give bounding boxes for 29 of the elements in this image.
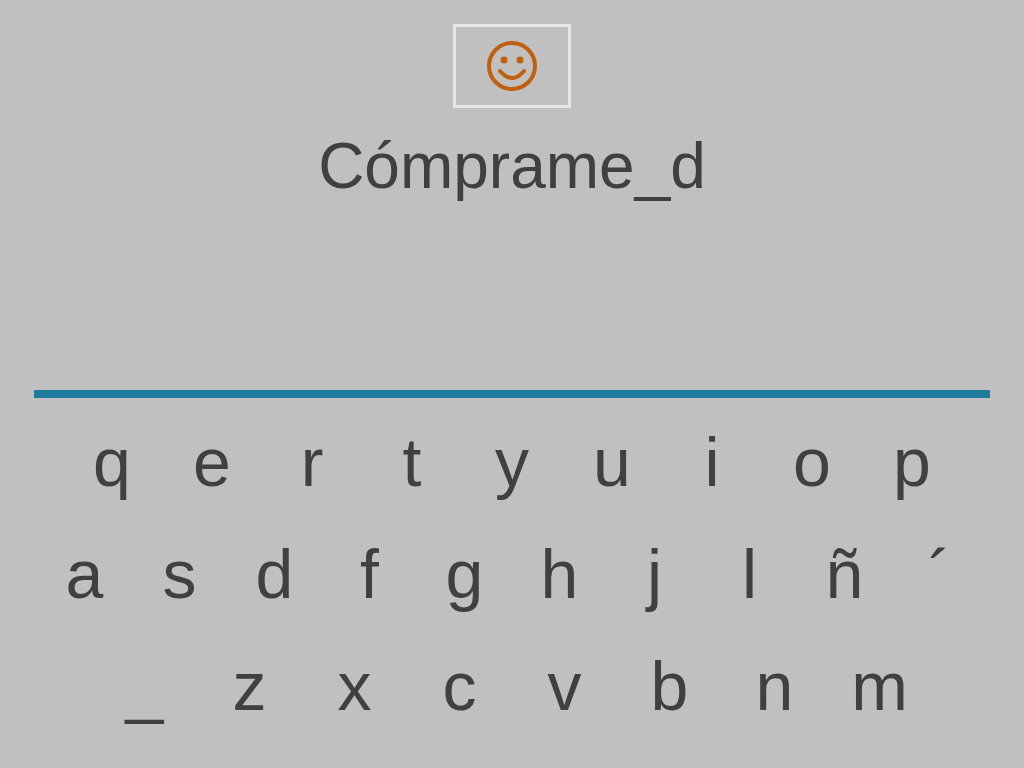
- letter-key[interactable]: u: [562, 418, 662, 506]
- letter-key[interactable]: s: [132, 530, 227, 618]
- letter-key[interactable]: n: [722, 642, 827, 730]
- letter-key[interactable]: ñ: [797, 530, 892, 618]
- letter-key[interactable]: t: [362, 418, 462, 506]
- letter-key[interactable]: a: [37, 530, 132, 618]
- letter-key[interactable]: z: [197, 642, 302, 730]
- letter-key[interactable]: c: [407, 642, 512, 730]
- letter-key[interactable]: b: [617, 642, 722, 730]
- word-display: Cómprame_d: [318, 130, 706, 202]
- letter-key[interactable]: i: [662, 418, 762, 506]
- letter-key[interactable]: d: [227, 530, 322, 618]
- letter-key[interactable]: v: [512, 642, 617, 730]
- letter-key[interactable]: g: [417, 530, 512, 618]
- letter-key[interactable]: l: [702, 530, 797, 618]
- letter-key[interactable]: x: [302, 642, 407, 730]
- letter-key[interactable]: q: [62, 418, 162, 506]
- letter-key[interactable]: j: [607, 530, 702, 618]
- letter-key[interactable]: f: [322, 530, 417, 618]
- letter-key[interactable]: r: [262, 418, 362, 506]
- letter-key[interactable]: o: [762, 418, 862, 506]
- letter-key[interactable]: y: [462, 418, 562, 506]
- letter-key[interactable]: e: [162, 418, 262, 506]
- letter-key[interactable]: ´: [892, 530, 987, 618]
- letter-key[interactable]: p: [862, 418, 962, 506]
- letter-key[interactable]: _: [92, 642, 197, 730]
- letter-key[interactable]: h: [512, 530, 607, 618]
- smiley-icon: [485, 39, 539, 93]
- letter-key[interactable]: m: [827, 642, 932, 730]
